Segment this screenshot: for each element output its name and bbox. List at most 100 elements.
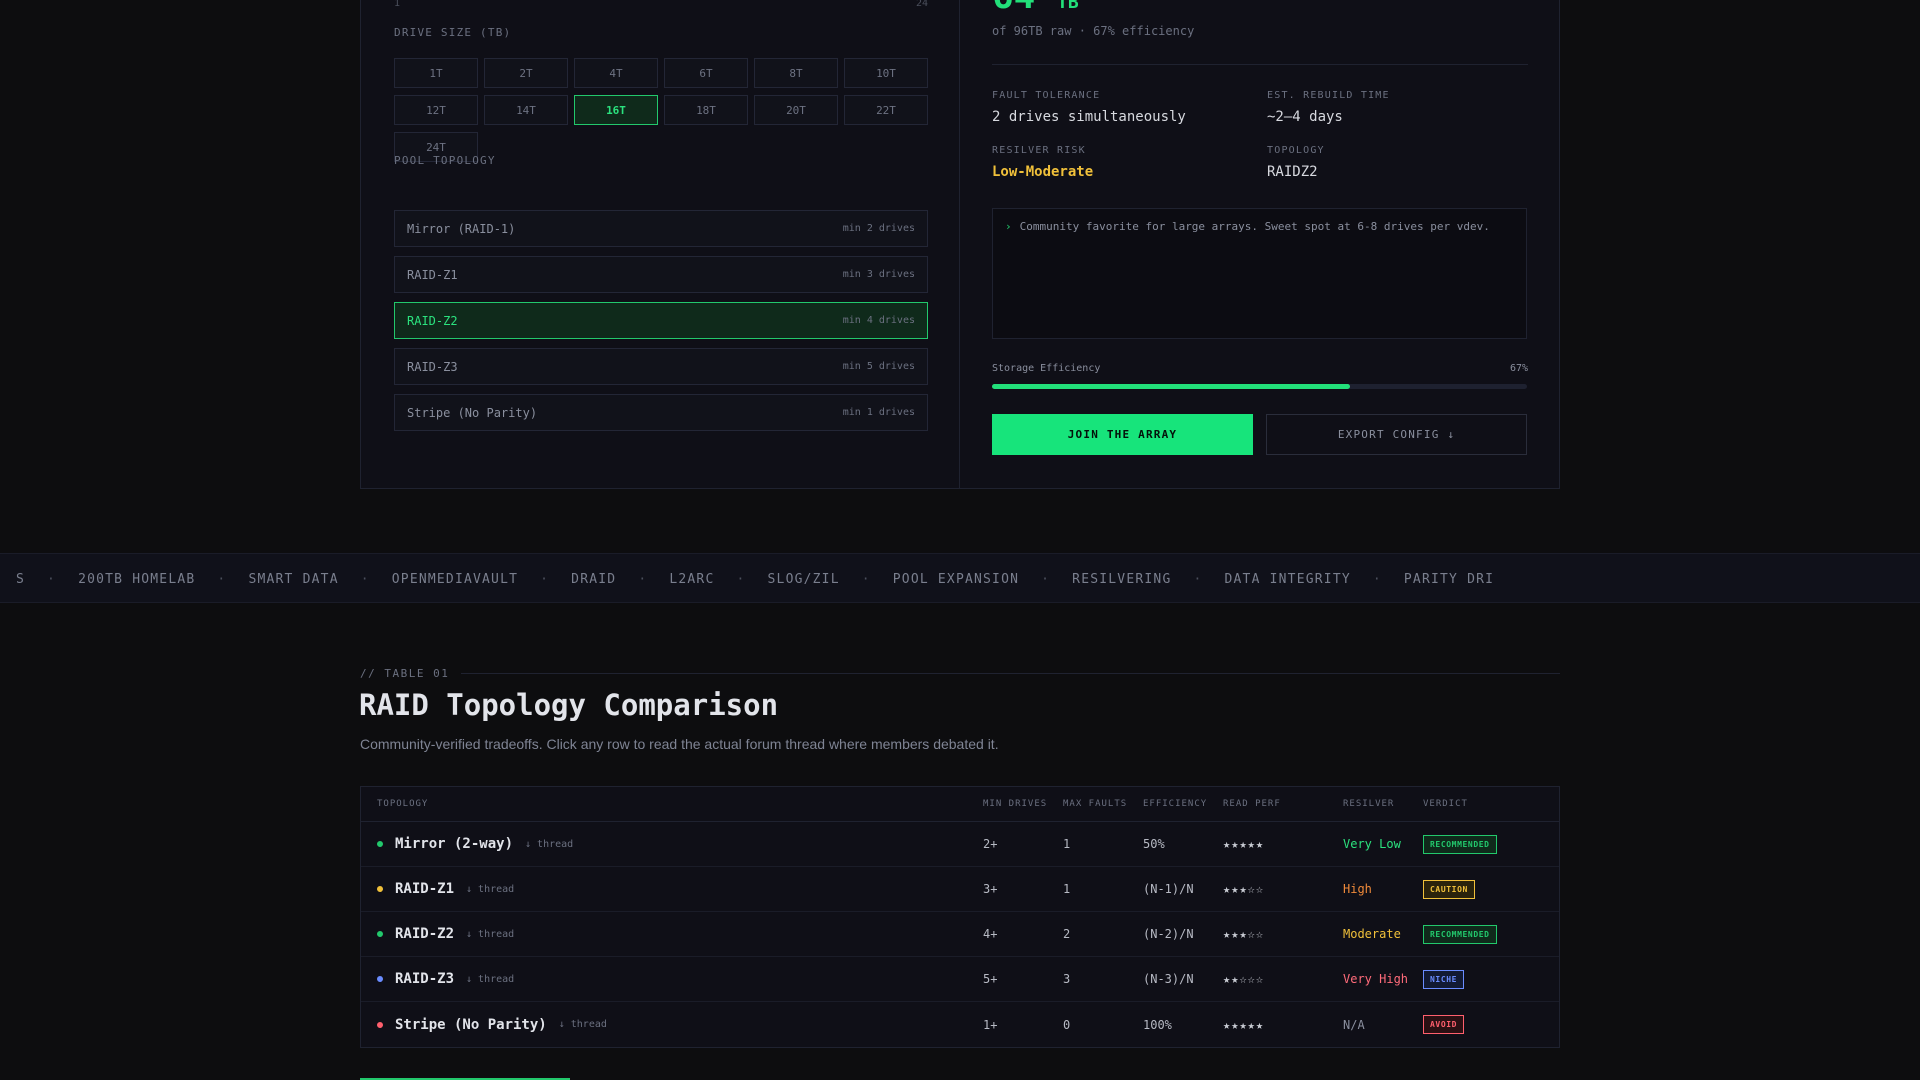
verdict-cell: RECOMMENDED [1423, 924, 1557, 944]
column-header: MAX FAULTS [1063, 799, 1128, 809]
read-perf-cell: ★★★★★ [1223, 837, 1265, 851]
ticker-separator: · [861, 571, 871, 587]
resilver-cell: Very Low [1343, 837, 1401, 851]
read-perf-cell: ★★★★★ [1223, 1017, 1265, 1032]
verdict-cell: AVOID [1423, 1015, 1557, 1034]
pool-topology-label: POOL TOPOLOGY [394, 154, 496, 167]
table-section-label: // TABLE 01 [360, 667, 1560, 680]
efficiency-cell: 100% [1143, 1017, 1172, 1032]
drive-size-button[interactable]: 14T [484, 95, 568, 125]
table-row[interactable]: RAID-Z3 ↓ thread 5+ 3 (N-3)/N ★★☆☆☆ Very High N… [361, 957, 1559, 1002]
drive-size-button[interactable]: 16T [574, 95, 658, 125]
ticker-item: RESILVERING [1072, 571, 1172, 587]
resilver-cell: Moderate [1343, 927, 1401, 941]
drive-size-grid: 1T 2T 4T 6T 8T 10T 12T 14T 16T 18T 20T 22T 24T [394, 58, 928, 162]
usable-capacity: 64 TB [992, 0, 1079, 17]
drive-size-button[interactable]: 10T [844, 58, 928, 88]
topology-option[interactable]: RAID-Z2 min 4 drives [394, 302, 928, 339]
resilver-cell: High [1343, 882, 1372, 896]
topology-cell: RAID-Z2 ↓ thread [377, 926, 983, 942]
drive-size-button[interactable]: 22T [844, 95, 928, 125]
ticker-separator: · [47, 571, 57, 587]
topology-option[interactable]: RAID-Z1 min 3 drives [394, 256, 928, 293]
thread-link[interactable]: ↓ thread [466, 929, 514, 940]
community-note-text: Community favorite for large arrays. Swe… [1019, 220, 1490, 233]
read-perf-cell: ★★★☆☆ [1223, 927, 1265, 941]
column-header: READ PERF [1223, 799, 1281, 809]
ticker-separator: · [736, 571, 746, 587]
min-drives-cell: 4+ [983, 927, 998, 941]
drive-size-button[interactable]: 8T [754, 58, 838, 88]
table-row[interactable]: RAID-Z1 ↓ thread 3+ 1 (N-1)/N ★★★☆☆ High CAUTIO… [361, 867, 1559, 912]
topology-option-min: min 4 drives [842, 315, 915, 326]
column-header: TOPOLOGY [377, 799, 429, 809]
topology-list: Mirror (RAID-1) min 2 drives RAID-Z1 min 3 … [394, 210, 928, 440]
drive-size-button[interactable]: 2T [484, 58, 568, 88]
efficiency-cell: 50% [1143, 837, 1165, 851]
topology-cell: Stripe (No Parity) ↓ thread [377, 1017, 983, 1033]
verdict-badge: RECOMMENDED [1423, 924, 1497, 944]
drive-size-label: DRIVE SIZE (TB) [394, 26, 512, 39]
table-row[interactable]: Stripe (No Parity) ↓ thread 1+ 0 100% ★★★★★ N/… [361, 1002, 1559, 1047]
fault-tolerance-label: FAULT TOLERANCE [992, 90, 1101, 101]
read-perf-cell: ★★☆☆☆ [1223, 972, 1265, 986]
table-body: Mirror (2-way) ↓ thread 2+ 1 50% ★★★★★ Very Lo… [361, 822, 1559, 1047]
ticker-item: PARITY DRI [1403, 571, 1495, 587]
drive-size-button[interactable]: 4T [574, 58, 658, 88]
topology-option-min: min 2 drives [842, 223, 915, 234]
tick-min: 1 [394, 0, 401, 9]
raw-capacity-line: of 96TB raw · 67% efficiency [992, 24, 1195, 38]
export-config-button[interactable]: EXPORT CONFIG ↓ [1266, 414, 1527, 455]
read-perf-cell: ★★★☆☆ [1223, 882, 1265, 896]
drive-size-button[interactable]: 6T [664, 58, 748, 88]
ticker-separator: · [1372, 571, 1382, 587]
community-note: › Community favorite for large arrays. Sw… [992, 208, 1527, 339]
config-column: 1 24 DRIVE SIZE (TB) 1T 2T 4T 6T 8T 10T 12T 14T… [361, 0, 960, 488]
status-dot-icon [377, 886, 383, 892]
drive-size-button[interactable]: 12T [394, 95, 478, 125]
ticker-item: OPENMEDIAVAULT [391, 571, 519, 587]
thread-link[interactable]: ↓ thread [466, 884, 514, 895]
calculator-panel: 1 24 DRIVE SIZE (TB) 1T 2T 4T 6T 8T 10T 12T 14T… [360, 0, 1560, 489]
efficiency-percent: 67% [1509, 363, 1528, 374]
efficiency-cell: (N-3)/N [1143, 972, 1194, 986]
ticker-item: DATA INTEGRITY [1224, 571, 1351, 587]
topology-option-min: min 1 drives [842, 407, 915, 418]
verdict-badge: CAUTION [1423, 879, 1475, 899]
fault-tolerance-value: 2 drives simultaneously [992, 109, 1186, 125]
topology-option[interactable]: Stripe (No Parity) min 1 drives [394, 394, 928, 431]
status-dot-icon [377, 841, 383, 847]
topology-option-label: RAID-Z2 [407, 313, 458, 328]
ticker-separator: · [217, 571, 227, 587]
table-row[interactable]: RAID-Z2 ↓ thread 4+ 2 (N-2)/N ★★★☆☆ Moderate RE… [361, 912, 1559, 957]
topology-name: RAID-Z2 [395, 926, 455, 942]
capacity-value: 64 [992, 0, 1035, 17]
capacity-unit: TB [1057, 0, 1079, 13]
drive-size-button[interactable]: 1T [394, 58, 478, 88]
raid-comparison-table: TOPOLOGY MIN DRIVES MAX FAULTS EFFICIENCY RE… [360, 786, 1560, 1048]
topology-cell: RAID-Z3 ↓ thread [377, 971, 983, 987]
thread-link[interactable]: ↓ thread [466, 974, 514, 985]
table-subtitle: Community-verified tradeoffs. Click any … [360, 736, 999, 752]
join-array-button[interactable]: JOIN THE ARRAY [992, 414, 1253, 455]
thread-link[interactable]: ↓ thread [525, 839, 573, 850]
drive-size-button[interactable]: 20T [754, 95, 838, 125]
ticker-track: S · 200TB HOMELAB · SMART DATA · OPENMEDIAVAUL… [0, 554, 1516, 602]
topology-option-label: RAID-Z3 [407, 359, 458, 374]
topology-option-label: Mirror (RAID-1) [407, 221, 516, 236]
efficiency-bar [992, 384, 1527, 389]
ticker-separator: · [360, 571, 370, 587]
table-label-text: // TABLE 01 [360, 667, 450, 680]
chevron-right-icon: › [1005, 220, 1012, 233]
topology-cell: Mirror (2-way) ↓ thread [377, 836, 983, 852]
topology-option[interactable]: RAID-Z3 min 5 drives [394, 348, 928, 385]
table-row[interactable]: Mirror (2-way) ↓ thread 2+ 1 50% ★★★★★ Very Lo… [361, 822, 1559, 867]
verdict-cell: RECOMMENDED [1423, 834, 1557, 854]
ticker-separator: · [1041, 571, 1051, 587]
min-drives-cell: 2+ [983, 837, 998, 851]
thread-link[interactable]: ↓ thread [559, 1019, 607, 1030]
topology-option[interactable]: Mirror (RAID-1) min 2 drives [394, 210, 928, 247]
topic-ticker: S · 200TB HOMELAB · SMART DATA · OPENMEDIAVAUL… [0, 553, 1920, 603]
ticker-item: L2ARC [669, 571, 715, 587]
drive-size-button[interactable]: 18T [664, 95, 748, 125]
